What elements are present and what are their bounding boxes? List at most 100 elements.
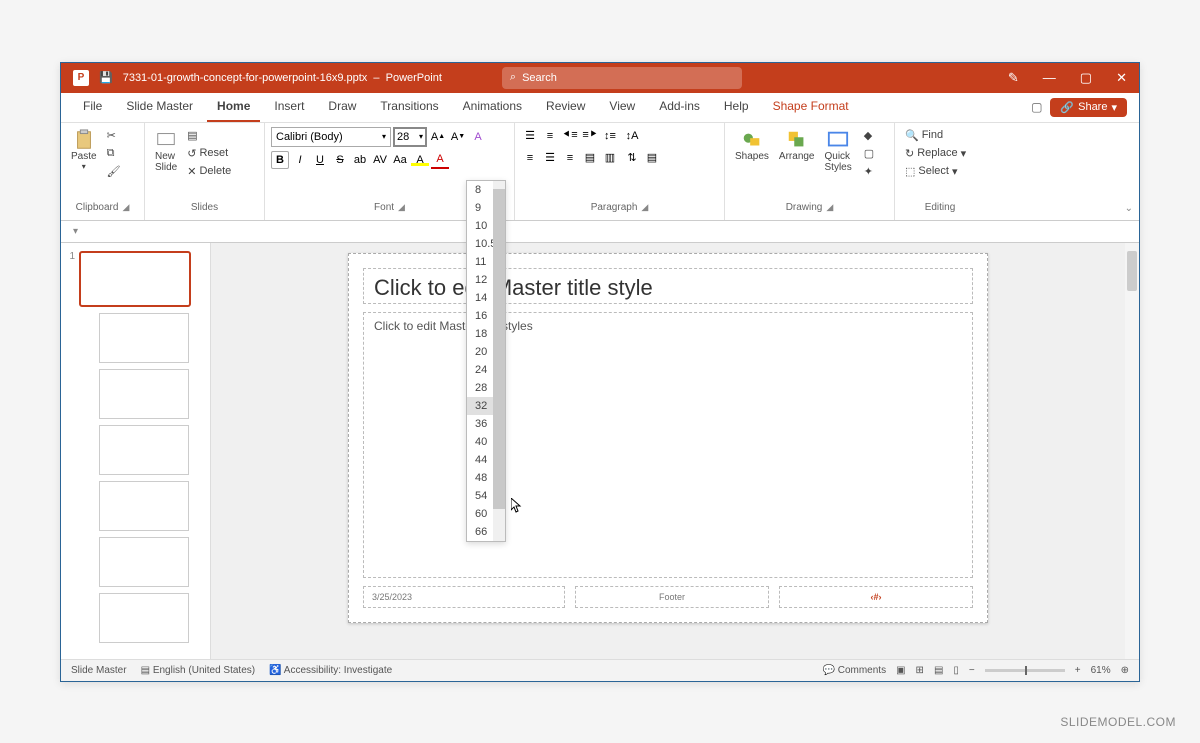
highlight-button[interactable]: A: [411, 151, 429, 169]
shape-effects-button[interactable]: ✦: [860, 163, 878, 180]
cut-button[interactable]: ✂: [103, 127, 125, 144]
align-right-button[interactable]: ≡: [561, 149, 579, 167]
paste-button[interactable]: Paste▾: [67, 127, 101, 173]
tab-view[interactable]: View: [599, 92, 645, 122]
font-size-option[interactable]: 12: [467, 271, 493, 289]
font-size-option[interactable]: 8: [467, 181, 493, 199]
tab-file[interactable]: File: [73, 92, 112, 122]
font-size-option[interactable]: 54: [467, 487, 493, 505]
font-color-button[interactable]: A: [431, 151, 449, 169]
justify-button[interactable]: ▤: [581, 149, 599, 167]
copy-button[interactable]: ⧉: [103, 145, 125, 162]
font-size-option[interactable]: 36: [467, 415, 493, 433]
tab-slide-master[interactable]: Slide Master: [116, 92, 203, 122]
font-size-option[interactable]: 14: [467, 289, 493, 307]
zoom-slider[interactable]: [985, 669, 1065, 672]
sorter-view-button[interactable]: ⊞: [916, 665, 924, 676]
line-spacing-button[interactable]: ↕≡: [601, 127, 619, 145]
font-size-option[interactable]: 18: [467, 325, 493, 343]
tab-review[interactable]: Review: [536, 92, 595, 122]
shadow-button[interactable]: ab: [351, 151, 369, 169]
grow-font-button[interactable]: A▲: [429, 128, 447, 146]
font-size-option[interactable]: 20: [467, 343, 493, 361]
font-size-option[interactable]: 24: [467, 361, 493, 379]
customize-qa-button[interactable]: ▾: [73, 226, 78, 237]
font-size-option[interactable]: 66: [467, 523, 493, 541]
close-button[interactable]: ✕: [1116, 70, 1127, 86]
zoom-out-button[interactable]: −: [969, 665, 975, 676]
bold-button[interactable]: B: [271, 151, 289, 169]
layout-thumbnail[interactable]: [99, 425, 189, 475]
layout-thumbnail[interactable]: [99, 313, 189, 363]
font-size-option[interactable]: 10: [467, 217, 493, 235]
font-name-combo[interactable]: Calibri (Body)▾: [271, 127, 391, 147]
font-size-option[interactable]: 40: [467, 433, 493, 451]
font-size-option[interactable]: 32: [467, 397, 493, 415]
font-size-option[interactable]: 16: [467, 307, 493, 325]
layout-thumbnail[interactable]: [99, 369, 189, 419]
font-size-option[interactable]: 9: [467, 199, 493, 217]
footer-placeholder[interactable]: Footer: [575, 586, 769, 608]
layout-button[interactable]: ▤: [183, 127, 235, 144]
vertical-scrollbar[interactable]: [1125, 243, 1139, 659]
comments-button[interactable]: 💬 Comments: [823, 665, 887, 676]
search-box[interactable]: ⌕ Search: [502, 67, 742, 89]
maximize-button[interactable]: ▢: [1080, 70, 1092, 86]
indent-button[interactable]: ≡⯈: [581, 127, 599, 145]
save-icon[interactable]: 💾: [99, 71, 113, 84]
reset-button[interactable]: ↺ Reset: [183, 145, 235, 162]
bullets-button[interactable]: ☰: [521, 127, 539, 145]
dropdown-scrollbar[interactable]: [493, 181, 505, 541]
delete-button[interactable]: ✕ Delete: [183, 163, 235, 180]
align-text-button[interactable]: ⇅: [623, 149, 641, 167]
tab-insert[interactable]: Insert: [264, 92, 314, 122]
layout-thumbnail[interactable]: [99, 537, 189, 587]
slide-canvas[interactable]: Click to edit Master title style Click t…: [211, 243, 1125, 659]
date-placeholder[interactable]: 3/25/2023: [363, 586, 565, 608]
format-painter-button[interactable]: 🖌: [103, 163, 125, 180]
new-slide-button[interactable]: New Slide: [151, 127, 181, 175]
zoom-level[interactable]: 61%: [1091, 665, 1111, 676]
tab-transitions[interactable]: Transitions: [370, 92, 448, 122]
slide-master[interactable]: Click to edit Master title style Click t…: [348, 253, 988, 623]
shrink-font-button[interactable]: A▼: [449, 128, 467, 146]
strikethrough-button[interactable]: S: [331, 151, 349, 169]
font-size-option[interactable]: 48: [467, 469, 493, 487]
tab-home[interactable]: Home: [207, 92, 260, 122]
tab-addins[interactable]: Add-ins: [649, 92, 710, 122]
title-placeholder[interactable]: Click to edit Master title style: [363, 268, 973, 304]
shape-outline-button[interactable]: ▢: [860, 145, 878, 162]
tab-help[interactable]: Help: [714, 92, 759, 122]
font-size-option[interactable]: 11: [467, 253, 493, 271]
zoom-in-button[interactable]: +: [1075, 665, 1081, 676]
arrange-button[interactable]: Arrange: [775, 127, 819, 164]
language-indicator[interactable]: ▤ English (United States): [141, 665, 256, 676]
body-placeholder[interactable]: Click to edit Master text styles: [363, 312, 973, 578]
select-button[interactable]: ⬚ Select ▾: [901, 163, 962, 180]
comments-icon[interactable]: ▢: [1031, 100, 1042, 114]
spacing-button[interactable]: AV: [371, 151, 389, 169]
clear-formatting-button[interactable]: A: [469, 128, 487, 146]
master-thumbnail[interactable]: [79, 251, 191, 307]
align-center-button[interactable]: ☰: [541, 149, 559, 167]
shape-fill-button[interactable]: ◆: [860, 127, 878, 144]
outdent-button[interactable]: ⯇≡: [561, 127, 579, 145]
quick-styles-button[interactable]: Quick Styles: [821, 127, 856, 175]
find-button[interactable]: 🔍 Find: [901, 127, 947, 144]
numbering-button[interactable]: ≡: [541, 127, 559, 145]
align-left-button[interactable]: ≡: [521, 149, 539, 167]
slide-thumbnails-panel[interactable]: 1: [61, 243, 211, 659]
smartart-button[interactable]: ▤: [643, 149, 661, 167]
minimize-button[interactable]: —: [1043, 70, 1056, 85]
collapse-ribbon-button[interactable]: ⌄: [1125, 203, 1133, 214]
italic-button[interactable]: I: [291, 151, 309, 169]
normal-view-button[interactable]: ▣: [896, 665, 905, 676]
pencil-icon[interactable]: ✎: [1008, 70, 1019, 86]
case-button[interactable]: Aa: [391, 151, 409, 169]
tab-shape-format[interactable]: Shape Format: [763, 92, 859, 122]
tab-animations[interactable]: Animations: [453, 92, 532, 122]
font-size-combo[interactable]: 28▾: [393, 127, 427, 147]
layout-thumbnail[interactable]: [99, 593, 189, 643]
share-button[interactable]: 🔗 Share ▾: [1050, 98, 1127, 117]
columns-button[interactable]: ▥: [601, 149, 619, 167]
